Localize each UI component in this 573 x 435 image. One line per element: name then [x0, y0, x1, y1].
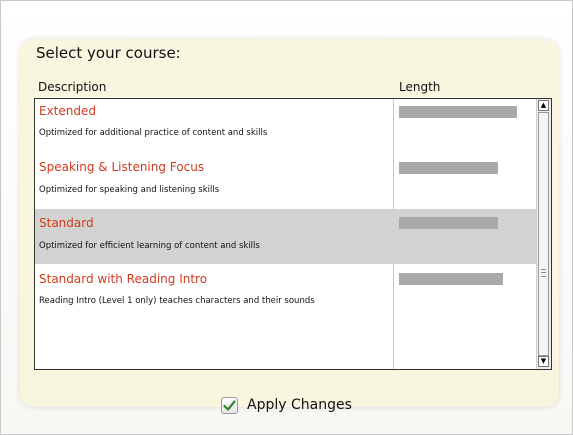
length-bar	[399, 273, 503, 285]
scroll-up-arrow-icon[interactable]: ▲	[538, 100, 549, 111]
length-column-header: Length	[399, 80, 441, 94]
course-name: Speaking & Listening Focus	[39, 160, 205, 174]
scroll-down-arrow-icon[interactable]: ▼	[538, 356, 549, 367]
scroll-thumb[interactable]	[538, 112, 549, 356]
course-dialog: Select your course: Description Length E…	[0, 0, 573, 435]
course-row-extended[interactable]: Extended Optimized for additional practi…	[35, 99, 537, 152]
course-list: Extended Optimized for additional practi…	[34, 98, 552, 370]
course-description: Optimized for efficient learning of cont…	[39, 241, 260, 251]
length-bar	[399, 162, 498, 174]
vertical-scrollbar[interactable]: ▲ ▼	[536, 99, 551, 369]
description-column-header: Description	[38, 80, 107, 94]
course-description: Optimized for additional practice of con…	[39, 128, 268, 138]
length-bar	[399, 217, 498, 229]
apply-changes-label: Apply Changes	[247, 397, 352, 413]
apply-changes-button[interactable]: Apply Changes	[221, 393, 352, 417]
dialog-title: Select your course:	[36, 44, 181, 62]
course-row-speaking-listening[interactable]: Speaking & Listening Focus Optimized for…	[35, 152, 537, 209]
course-name: Standard with Reading Intro	[39, 272, 208, 286]
course-name: Standard	[39, 216, 94, 230]
course-description: Reading Intro (Level 1 only) teaches cha…	[39, 296, 315, 306]
length-bar	[399, 106, 517, 118]
course-row-standard-reading[interactable]: Standard with Reading Intro Reading Intr…	[35, 264, 537, 334]
course-description: Optimized for speaking and listening ski…	[39, 185, 220, 195]
course-row-standard[interactable]: Standard Optimized for efficient learnin…	[35, 209, 537, 264]
course-name: Extended	[39, 104, 96, 118]
checkmark-icon	[221, 396, 238, 414]
grip-icon	[541, 269, 546, 277]
